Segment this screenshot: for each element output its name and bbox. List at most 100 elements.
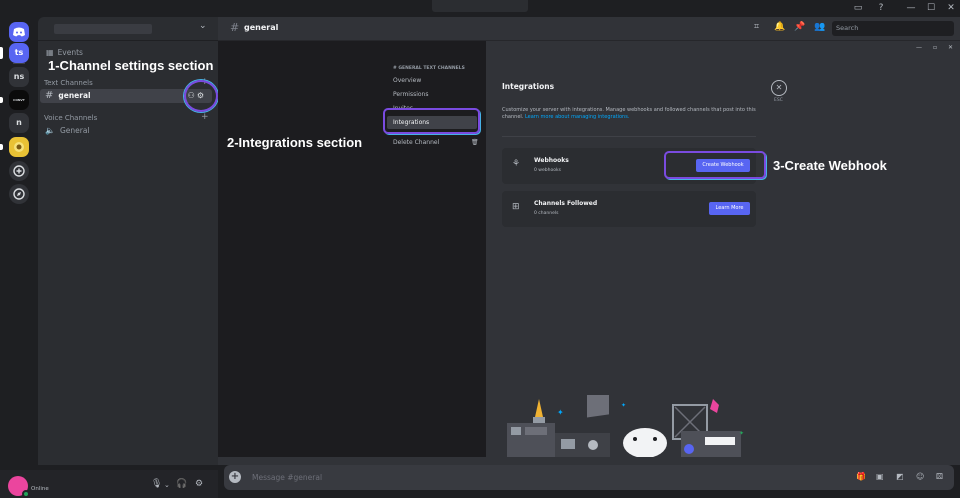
overlay-minimize-icon[interactable]: —	[916, 44, 922, 51]
chevron-down-icon[interactable]: ⌄	[164, 481, 170, 489]
learn-more-link[interactable]: Learn more about managing integrations.	[525, 114, 629, 120]
channel-name: General	[59, 126, 90, 135]
headphones-icon[interactable]: 🎧	[176, 479, 187, 489]
rail-divider	[13, 63, 25, 64]
channels-followed-card[interactable]: ⊞ Channels Followed 0 channels Learn Mor…	[502, 191, 756, 227]
apps-icon[interactable]: ⚄	[936, 472, 943, 481]
server-label: n	[16, 118, 22, 127]
svg-text:✦: ✦	[557, 408, 564, 417]
settings-nav-overview[interactable]: Overview	[387, 74, 477, 87]
gif-icon[interactable]: ▣	[876, 472, 884, 481]
user-settings-gear-icon[interactable]: ⚙	[195, 479, 203, 489]
speaker-icon: 🔈	[45, 126, 55, 135]
server-label: ns	[13, 72, 25, 81]
unread-indicator	[0, 97, 3, 103]
page-title: Integrations	[502, 82, 555, 91]
message-input[interactable]: Message #general	[252, 473, 322, 482]
webhooks-title: Webhooks	[534, 157, 569, 164]
learn-more-button[interactable]: Learn More	[709, 202, 750, 215]
settings-nav-delete-channel[interactable]: Delete Channel	[387, 136, 477, 149]
webhook-icon: ⚘	[512, 159, 521, 169]
trash-icon: 🗑	[471, 139, 479, 146]
server-name-redacted	[54, 24, 152, 34]
emoji-icon[interactable]: ☺	[916, 472, 924, 481]
server-convt[interactable]: CONVT	[0, 90, 29, 110]
online-status-icon	[22, 490, 30, 498]
discord-logo-icon	[13, 27, 25, 37]
server-image-icon	[14, 142, 24, 152]
search-input[interactable]: Search	[832, 21, 954, 36]
title-bar-center	[432, 0, 528, 12]
text-channels-category[interactable]: Text Channels	[44, 79, 93, 87]
follow-icon: ⊞	[512, 202, 520, 212]
compass-icon	[13, 188, 25, 200]
channel-header: # general ⌗ 🔔 📌 👥 Search	[218, 17, 960, 41]
user-status-text: Online	[31, 486, 49, 492]
minimize-button[interactable]: —	[905, 2, 917, 14]
calendar-icon: ▦	[46, 48, 54, 57]
integrations-illustration: ✦ ✦ ✦	[505, 395, 745, 457]
server-ts[interactable]: ts	[0, 43, 29, 63]
close-settings-button[interactable]: ✕	[771, 80, 787, 96]
overlay-close-icon[interactable]: ✕	[948, 44, 953, 51]
server-label: ts	[14, 48, 24, 57]
microphone-icon[interactable]: 🎙	[151, 479, 162, 489]
annotation-step-3: 3-Create Webhook	[773, 158, 887, 173]
channel-name: general	[58, 91, 91, 100]
create-webhook-highlight	[664, 151, 766, 179]
server-ns[interactable]: ns	[9, 67, 29, 87]
maximize-button[interactable]: ☐	[925, 2, 937, 14]
help-icon[interactable]: ?	[875, 2, 887, 14]
hash-icon: #	[230, 21, 240, 34]
svg-text:✦: ✦	[739, 430, 744, 437]
members-icon[interactable]: 👥	[814, 22, 825, 32]
annotation-step-1: 1-Channel settings section	[48, 58, 214, 73]
bell-icon[interactable]: 🔔	[774, 22, 785, 32]
events-link[interactable]: ▦ Events	[46, 48, 83, 57]
events-label: Events	[57, 48, 83, 57]
chevron-down-icon[interactable]: ⌄	[199, 21, 207, 31]
threads-icon[interactable]: ⌗	[754, 22, 759, 32]
followed-count: 0 channels	[534, 211, 559, 216]
channel-settings-highlight	[184, 80, 218, 112]
server-label: CONVT	[13, 98, 25, 102]
title-bar: ▭ ? — ☐ ✕	[0, 0, 960, 17]
settings-divider	[391, 134, 476, 135]
pin-icon[interactable]: 📌	[794, 22, 805, 32]
inbox-icon[interactable]: ▭	[852, 2, 864, 14]
home-button[interactable]	[9, 22, 29, 42]
esc-label: ESC	[774, 98, 783, 103]
add-voice-channel-icon[interactable]: +	[201, 112, 209, 122]
unread-indicator	[0, 144, 3, 150]
content-divider	[502, 136, 756, 137]
voice-channels-category[interactable]: Voice Channels	[44, 114, 97, 122]
attach-plus-icon[interactable]: +	[229, 471, 241, 483]
server-yellow[interactable]	[0, 137, 29, 157]
overlay-maximize-icon[interactable]: ▫	[933, 44, 937, 51]
selected-indicator	[0, 47, 3, 59]
channel-title: general	[244, 23, 279, 32]
explore-button[interactable]	[9, 184, 29, 204]
server-rail: ts ns CONVT n	[0, 17, 38, 498]
close-icon: ✕	[775, 83, 783, 92]
plus-icon	[13, 165, 25, 177]
discord-app: ▭ ? — ☐ ✕ ts ns CONVT n ⌄ ▦ Events Text …	[0, 0, 960, 498]
gift-icon[interactable]: 🎁	[856, 472, 866, 481]
settings-nav-permissions[interactable]: Permissions	[387, 88, 477, 101]
svg-text:✦: ✦	[621, 402, 626, 409]
close-button[interactable]: ✕	[945, 2, 957, 14]
hash-icon: #	[45, 90, 54, 101]
channel-voice-general[interactable]: 🔈 General	[40, 124, 212, 138]
avatar[interactable]	[8, 476, 30, 498]
add-server-button[interactable]	[9, 161, 29, 181]
integrations-description: Customize your server with integrations.…	[502, 107, 762, 121]
annotation-step-2: 2-Integrations section	[227, 135, 363, 150]
server-n[interactable]: n	[9, 113, 29, 133]
sticker-icon[interactable]: ◩	[896, 472, 904, 481]
webhooks-count: 0 webhooks	[534, 168, 561, 173]
integrations-highlight	[383, 108, 480, 134]
server-header[interactable]: ⌄	[38, 17, 218, 41]
settings-category-label: # GENERAL TEXT CHANNELS	[393, 66, 465, 71]
followed-title: Channels Followed	[534, 200, 598, 207]
message-composer[interactable]: + Message #general 🎁 ▣ ◩ ☺ ⚄	[224, 465, 954, 490]
